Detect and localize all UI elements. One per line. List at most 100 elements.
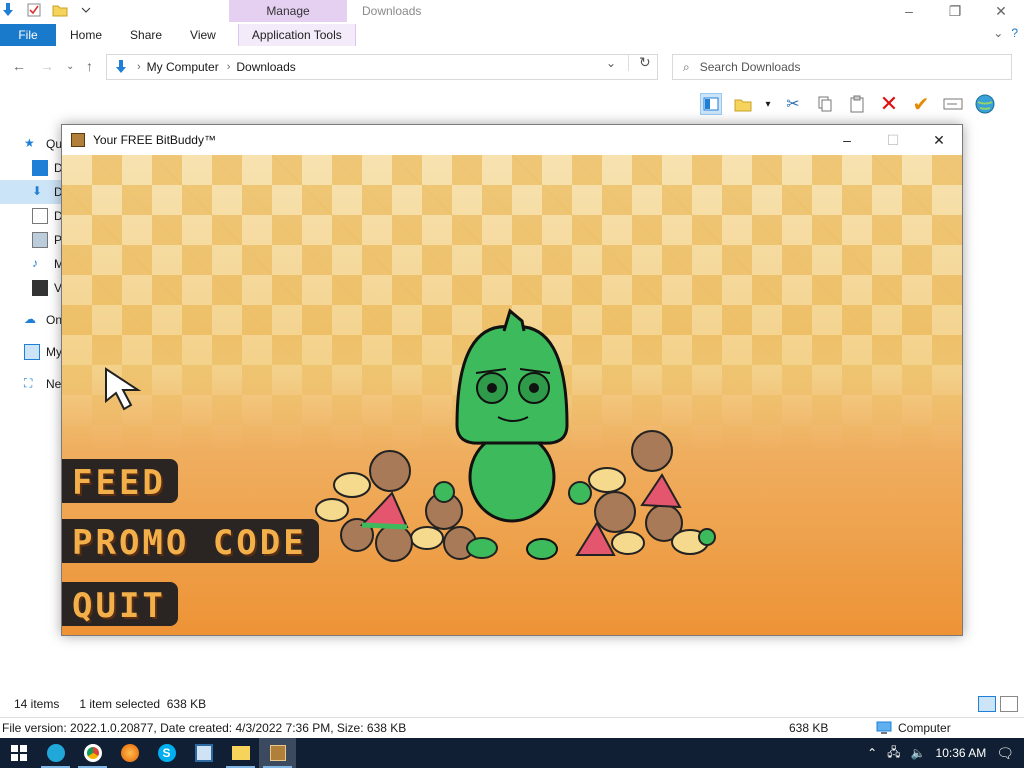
nav-my-computer[interactable]: My [0,340,62,364]
taskbar: S ⌃ 🖧 🔈 10:36 AM 🗨 [0,738,1024,768]
view-buttons [978,696,1018,712]
right-food-pile [568,430,716,556]
copy-icon[interactable] [814,93,836,115]
large-icons-view-icon[interactable] [1000,696,1018,712]
gift-box-icon [269,745,286,761]
rename-icon[interactable] [942,93,964,115]
clock[interactable]: 10:36 AM [936,746,987,760]
explorer-titlebar: Manage Downloads – ❐ ✕ [0,0,1024,24]
music-icon: ♪ [32,256,38,270]
up-arrow-icon[interactable]: ↑ [86,58,93,74]
properties-icon[interactable] [26,2,42,18]
nav-network[interactable]: ⛶ Ne [0,372,62,396]
feed-button[interactable]: FEED [62,459,178,503]
gift-box-icon [71,133,85,147]
downloads-icon [116,60,126,73]
start-button[interactable] [0,738,37,768]
chevron-down-icon[interactable] [78,2,94,18]
folder-icon[interactable] [52,2,68,18]
selection-info: 1 item selected 638 KB [79,697,207,711]
manage-tab[interactable]: Manage [229,0,347,22]
cut-icon[interactable]: ✂ [782,93,804,115]
nav-downloads[interactable]: ⬇ D [0,180,62,204]
paste-icon[interactable] [846,93,868,115]
back-arrow-icon[interactable]: ← [12,58,26,74]
taskbar-bitbuddy[interactable] [259,738,296,768]
refresh-icon[interactable]: ↻ [628,54,651,71]
status-bar: 14 items 1 item selected 638 KB [0,694,1024,714]
recent-locations-icon[interactable]: ⌄ [66,61,74,72]
close-icon[interactable]: ✕ [978,0,1024,24]
computer-icon [24,344,40,360]
close-icon[interactable]: ✕ [916,125,962,155]
tab-file[interactable]: File [0,24,56,46]
computer-icon [876,721,892,734]
taskbar-edge[interactable] [37,738,74,768]
minimize-icon[interactable]: – [886,0,932,24]
downloads-icon: ⬇ [32,184,43,198]
system-tray: ⌃ 🖧 🔈 10:36 AM 🗨 [867,738,1024,768]
restore-icon[interactable]: ❐ [932,0,978,24]
document-icon [32,208,48,224]
nav-videos[interactable]: Vi [0,276,62,300]
skype-icon: S [157,744,176,762]
game-canvas[interactable]: FEED PROMO CODE QUIT [62,155,962,635]
breadcrumb-my-computer[interactable]: My Computer [147,60,219,74]
forward-arrow-icon[interactable]: → [40,58,54,74]
delete-icon[interactable]: ✕ [878,91,900,116]
preview-pane-icon[interactable] [700,93,722,115]
file-info-bar: File version: 2022.1.0.20877, Date creat… [0,717,1024,738]
minimize-icon[interactable]: – [824,125,870,155]
nav-desktop[interactable]: D [0,156,62,180]
nav-quick-access[interactable]: ★ Qu [0,132,62,156]
breadcrumb-downloads[interactable]: Downloads [236,60,295,74]
address-bar-row: ← → ⌄ ↑ › My Computer › Downloads ⌄ ↻ ⌕ [0,50,1024,84]
bitbuddy-window-controls: – ☐ ✕ [824,125,962,155]
down-arrow-icon[interactable] [0,2,16,18]
tab-home[interactable]: Home [56,24,116,46]
command-toolbar: ▾ ✂ ✕ ✔ [700,90,996,118]
chevron-up-icon[interactable]: ⌃ [867,746,877,760]
help-icon[interactable]: ? [1011,26,1018,40]
search-box[interactable]: ⌕ [672,54,1012,80]
tab-view[interactable]: View [176,24,230,46]
bitbuddy-window[interactable]: Your FREE BitBuddy™ – ☐ ✕ FEED PROMO COD… [61,124,963,636]
nav-documents[interactable]: D [0,204,62,228]
checkmark-icon[interactable]: ✔ [910,93,932,116]
taskbar-firefox[interactable] [111,738,148,768]
bitbuddy-titlebar[interactable]: Your FREE BitBuddy™ – ☐ ✕ [62,125,962,155]
tab-application-tools[interactable]: Application Tools [237,24,356,46]
chrome-icon [83,744,102,762]
address-box[interactable]: › My Computer › Downloads [106,54,658,80]
details-view-icon[interactable] [978,696,996,712]
quit-button[interactable]: QUIT [62,582,178,626]
taskbar-chrome[interactable] [74,738,111,768]
bitbuddy-creature[interactable] [455,308,569,560]
nav-label: On [46,313,62,327]
breadcrumb-separator-icon: › [137,61,141,73]
promo-code-button[interactable]: PROMO CODE [62,519,319,563]
taskbar-file-explorer[interactable] [222,738,259,768]
chevron-down-icon[interactable]: ⌄ [993,26,1003,40]
nav-onedrive[interactable]: ☁ On [0,308,62,332]
nav-label: Ne [46,377,62,391]
tab-share[interactable]: Share [116,24,176,46]
chevron-down-icon[interactable]: ▾ [764,93,772,115]
nav-pictures[interactable]: Pi [0,228,62,252]
windows-logo-icon [10,745,27,761]
nav-music[interactable]: ♪ M [0,252,62,276]
search-input[interactable] [699,60,980,74]
globe-icon[interactable] [974,93,996,115]
volume-icon[interactable]: 🔈 [911,746,926,760]
breadcrumb-separator-icon: › [226,61,231,73]
file-details: File version: 2022.1.0.20877, Date creat… [2,721,407,735]
taskbar-skype[interactable]: S [148,738,185,768]
items-count: 14 items [14,697,60,711]
search-icon: ⌕ [683,59,690,74]
taskbar-app[interactable] [185,738,222,768]
location-label: Computer [898,721,951,735]
network-icon[interactable]: 🖧 [887,743,900,764]
new-folder-icon[interactable] [732,93,754,115]
notifications-icon[interactable]: 🗨 [996,745,1014,762]
firefox-icon [120,744,139,762]
